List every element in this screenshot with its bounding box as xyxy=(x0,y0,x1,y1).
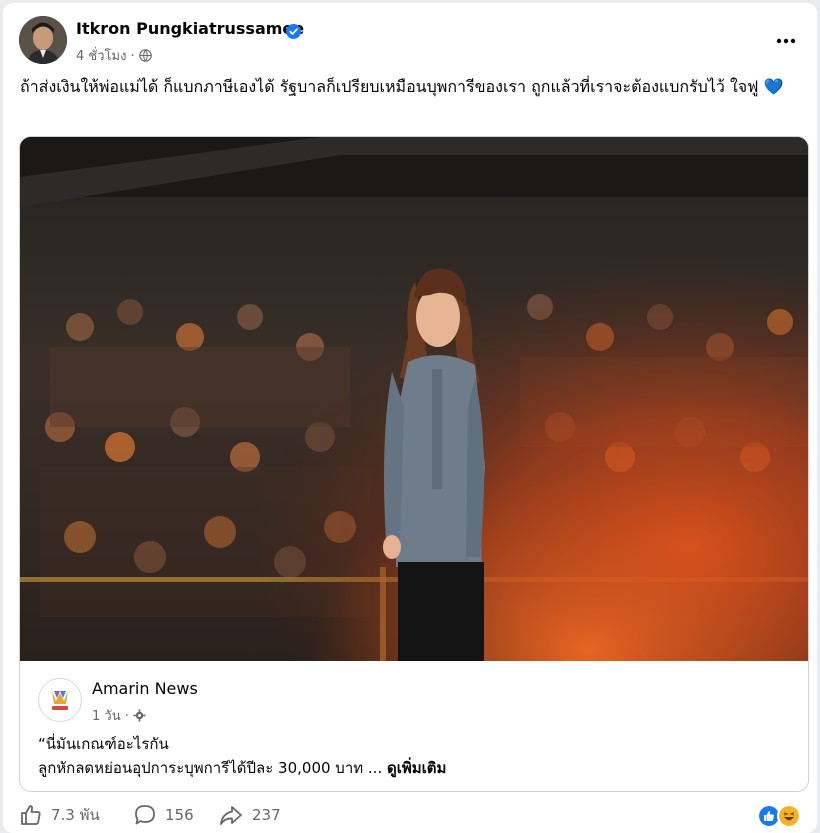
ellipsis-icon xyxy=(776,38,796,44)
globe-icon xyxy=(138,49,152,62)
comment-count[interactable]: 156 xyxy=(133,803,194,827)
shared-time[interactable]: 1 วัน · xyxy=(92,705,129,726)
shared-meta: 1 วัน · xyxy=(92,705,146,726)
like-count-text: 7.3 พัน xyxy=(51,806,100,824)
post-meta: 4 ชั่วโมง · xyxy=(76,45,152,66)
share-icon xyxy=(220,806,242,825)
shared-text-line-2-body: ลูกหักลดหย่อนอุปการะบุพการีได้ปีละ 30,00… xyxy=(38,759,383,777)
shared-text-line-1: “นี่มันเกณฑ์อะไรกัน xyxy=(38,735,169,753)
link-preview[interactable]: Amarin News 1 วัน · “นี่มันเกณฑ์อะไรกัน … xyxy=(20,661,808,791)
more-options-button[interactable] xyxy=(769,25,803,57)
shared-text-line-2: ลูกหักลดหย่อนอุปการะบุพการีได้ปีละ 30,00… xyxy=(38,756,446,780)
post-caption: ถ้าส่งเงินให้พ่อแม่ได้ ก็แบกภาษีเองได้ ร… xyxy=(20,77,784,96)
see-more-link[interactable]: ดูเพิ่มเติม xyxy=(387,759,446,777)
haha-icon xyxy=(777,804,801,828)
source-name[interactable]: Amarin News xyxy=(92,679,198,698)
source-avatar[interactable] xyxy=(38,678,82,722)
gear-icon xyxy=(133,709,146,722)
share-count[interactable]: 237 xyxy=(218,803,281,827)
shared-post[interactable]: Amarin News 1 วัน · “นี่มันเกณฑ์อะไรกัน … xyxy=(19,136,809,792)
amarin-logo-icon xyxy=(52,691,68,710)
like-icon xyxy=(21,805,41,825)
comment-icon xyxy=(135,805,155,825)
reaction-summary[interactable] xyxy=(757,804,801,828)
shared-post-photo[interactable] xyxy=(20,137,808,661)
post-time[interactable]: 4 ชั่วโมง · xyxy=(76,45,135,66)
like-count[interactable]: 7.3 พัน xyxy=(19,803,100,827)
author-name[interactable]: Itkron Pungkiatrussamee xyxy=(76,19,304,38)
comment-count-text: 156 xyxy=(165,806,194,824)
post-card: Itkron Pungkiatrussamee 4 ชั่วโมง · ถ้าส… xyxy=(3,3,817,833)
author-avatar[interactable] xyxy=(19,16,67,64)
share-count-text: 237 xyxy=(252,806,281,824)
verified-badge-icon xyxy=(286,24,301,39)
